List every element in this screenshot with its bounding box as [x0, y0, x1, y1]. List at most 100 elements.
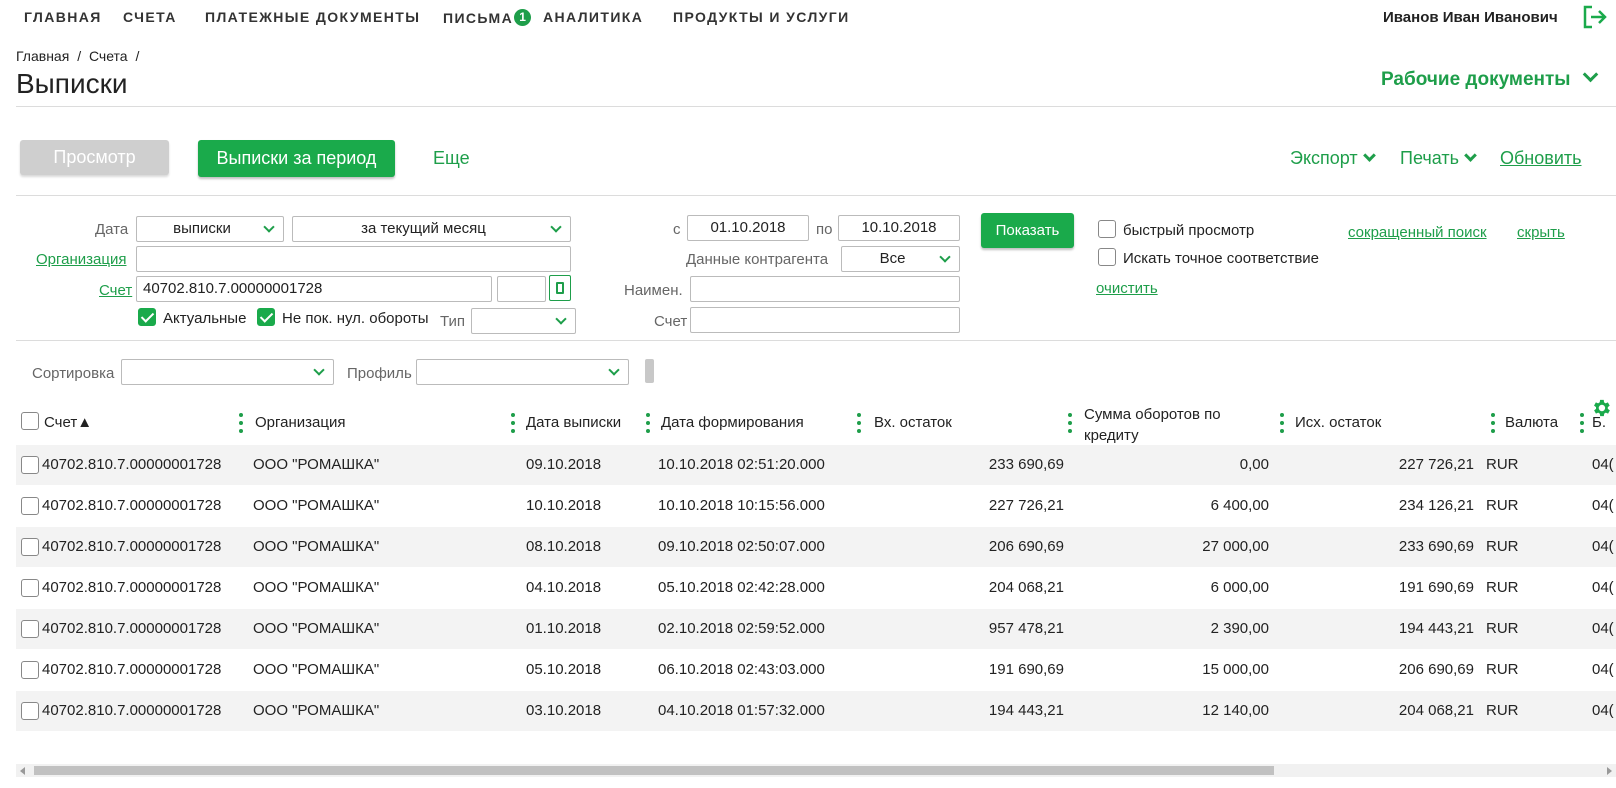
statements-for-period-button[interactable]: Выписки за период — [198, 140, 395, 177]
type-select[interactable] — [471, 308, 576, 334]
date-to-input[interactable]: 10.10.2018 — [838, 215, 960, 241]
nav-item-products[interactable]: ПРОДУКТЫ И УСЛУГИ — [673, 9, 850, 25]
account-input[interactable]: 40702.810.7.00000001728 — [136, 276, 492, 302]
cell-account: 40702.810.7.00000001728 — [42, 579, 222, 596]
column-resize-handle[interactable] — [1580, 413, 1584, 433]
table-row[interactable]: 40702.810.7.00000001728 ООО "РОМАШКА" 05.1… — [16, 650, 1616, 690]
sort-label: Сортировка — [32, 365, 115, 382]
column-header-organization[interactable]: Организация — [255, 414, 345, 431]
view-button[interactable]: Просмотр — [20, 140, 169, 175]
organization-link[interactable]: Организация — [36, 251, 126, 268]
exact-match-label: Искать точное соответствие — [1123, 250, 1320, 267]
cell-currency: RUR — [1486, 456, 1519, 473]
table-row[interactable]: 40702.810.7.00000001728 ООО "РОМАШКА" 08.1… — [16, 527, 1616, 567]
counterparty-account-input[interactable] — [690, 307, 960, 333]
column-resize-handle[interactable] — [239, 413, 243, 433]
nav-item-payment-documents[interactable]: ПЛАТЕЖНЫЕ ДОКУМЕНТЫ — [205, 9, 420, 25]
breadcrumb-main[interactable]: Главная — [16, 48, 69, 64]
scrollbar-thumb[interactable] — [34, 766, 1274, 775]
counterparty-select[interactable]: Все — [841, 246, 960, 272]
sort-select[interactable] — [121, 359, 334, 385]
work-documents-toggle[interactable]: Рабочие документы — [1381, 66, 1598, 91]
horizontal-scrollbar[interactable] — [16, 764, 1616, 777]
column-header-opening-balance[interactable]: Вх. остаток — [874, 414, 952, 431]
column-resize-handle[interactable] — [1280, 413, 1284, 433]
row-checkbox[interactable] — [21, 497, 39, 515]
cell-currency: RUR — [1486, 579, 1519, 596]
short-search-link[interactable]: сокращенный поиск — [1348, 224, 1487, 241]
row-checkbox[interactable] — [21, 702, 39, 720]
column-header-statement-date[interactable]: Дата выписки — [526, 414, 621, 431]
name-label: Наимен. — [624, 282, 683, 299]
row-checkbox[interactable] — [21, 579, 39, 597]
column-header-closing-balance[interactable]: Исх. остаток — [1295, 414, 1381, 431]
column-header-creation-date[interactable]: Дата формирования — [661, 414, 804, 431]
column-resize-handle[interactable] — [646, 413, 650, 433]
gear-icon[interactable] — [1590, 397, 1612, 419]
clear-link[interactable]: очистить — [1096, 280, 1158, 297]
chevron-down-icon — [555, 313, 567, 325]
cell-organization: ООО "РОМАШКА" — [253, 702, 380, 719]
table-row[interactable]: 40702.810.7.00000001728 ООО "РОМАШКА" 09.1… — [16, 445, 1616, 485]
nav-item-main[interactable]: ГЛАВНАЯ — [24, 9, 102, 25]
nav-item-accounts[interactable]: СЧЕТА — [123, 9, 177, 25]
copy-icon — [556, 282, 564, 294]
counterparty-name-input[interactable] — [690, 276, 960, 302]
date-from-input[interactable]: 01.10.2018 — [687, 215, 809, 241]
cell-truncated: 04( — [1592, 702, 1614, 719]
nav-item-analytics[interactable]: АНАЛИТИКА — [543, 9, 643, 25]
export-menu[interactable]: Экспорт — [1290, 148, 1376, 169]
row-checkbox[interactable] — [21, 661, 39, 679]
scroll-left-arrow-icon[interactable] — [20, 767, 25, 775]
row-checkbox[interactable] — [21, 538, 39, 556]
more-link[interactable]: Еще — [433, 148, 470, 169]
date-type-select[interactable]: выписки — [136, 216, 284, 242]
cell-closing-balance: 194 443,21 — [1398, 620, 1474, 637]
exact-match-checkbox[interactable] — [1098, 248, 1116, 266]
column-resize-handle[interactable] — [1491, 413, 1495, 433]
date-period-select[interactable]: за текущий месяц — [292, 216, 571, 242]
cell-account: 40702.810.7.00000001728 — [42, 497, 222, 514]
profile-select[interactable] — [416, 359, 629, 385]
show-button[interactable]: Показать — [981, 213, 1074, 248]
cell-account: 40702.810.7.00000001728 — [42, 538, 222, 555]
column-header-currency[interactable]: Валюта — [1505, 414, 1558, 431]
column-resize-handle[interactable] — [857, 413, 861, 433]
top-navigation: ГЛАВНАЯ СЧЕТА ПЛАТЕЖНЫЕ ДОКУМЕНТЫ ПИСЬМА… — [0, 0, 1616, 36]
print-menu[interactable]: Печать — [1400, 148, 1477, 169]
row-checkbox[interactable] — [21, 620, 39, 638]
cell-account: 40702.810.7.00000001728 — [42, 456, 222, 473]
hide-zero-turnover-checkbox[interactable] — [257, 308, 275, 326]
column-header-credit-turnover[interactable]: Сумма оборотов по кредиту — [1084, 404, 1244, 446]
cell-credit-turnover: 6 400,00 — [1210, 497, 1269, 514]
account-link[interactable]: Счет — [99, 282, 132, 299]
nav-item-letters[interactable]: ПИСЬМА 1 — [443, 9, 532, 26]
account-suffix-input[interactable] — [497, 276, 546, 302]
cell-creation-date: 10.10.2018 10:15:56.000 — [658, 497, 825, 514]
actual-checkbox[interactable] — [138, 308, 156, 326]
breadcrumb: Главная / Счета / — [16, 48, 143, 64]
cell-credit-turnover: 12 140,00 — [1202, 702, 1269, 719]
scroll-right-arrow-icon[interactable] — [1607, 767, 1612, 775]
column-resize-handle[interactable] — [1068, 413, 1072, 433]
organization-input[interactable] — [136, 246, 571, 272]
chevron-down-icon — [1464, 149, 1477, 162]
table-row[interactable]: 40702.810.7.00000001728 ООО "РОМАШКА" 04.1… — [16, 568, 1616, 608]
table-row[interactable]: 40702.810.7.00000001728 ООО "РОМАШКА" 03.1… — [16, 691, 1616, 731]
cell-truncated: 04( — [1592, 620, 1614, 637]
refresh-link[interactable]: Обновить — [1500, 148, 1582, 169]
logout-icon[interactable] — [1582, 4, 1608, 30]
user-name[interactable]: Иванов Иван Иванович — [1383, 9, 1558, 26]
panel-scroll-handle[interactable] — [645, 359, 654, 383]
column-header-account[interactable]: Счет▲ — [44, 414, 92, 431]
table-row[interactable]: 40702.810.7.00000001728 ООО "РОМАШКА" 01.1… — [16, 609, 1616, 649]
row-checkbox[interactable] — [21, 456, 39, 474]
quick-view-checkbox[interactable] — [1098, 220, 1116, 238]
select-all-checkbox[interactable] — [21, 412, 39, 430]
hide-filter-link[interactable]: скрыть — [1517, 224, 1565, 241]
account-picker-button[interactable] — [549, 275, 571, 301]
table-row[interactable]: 40702.810.7.00000001728 ООО "РОМАШКА" 10.1… — [16, 486, 1616, 526]
nav-item-letters-label: ПИСЬМА — [443, 10, 514, 26]
breadcrumb-accounts[interactable]: Счета — [89, 48, 128, 64]
column-resize-handle[interactable] — [511, 413, 515, 433]
